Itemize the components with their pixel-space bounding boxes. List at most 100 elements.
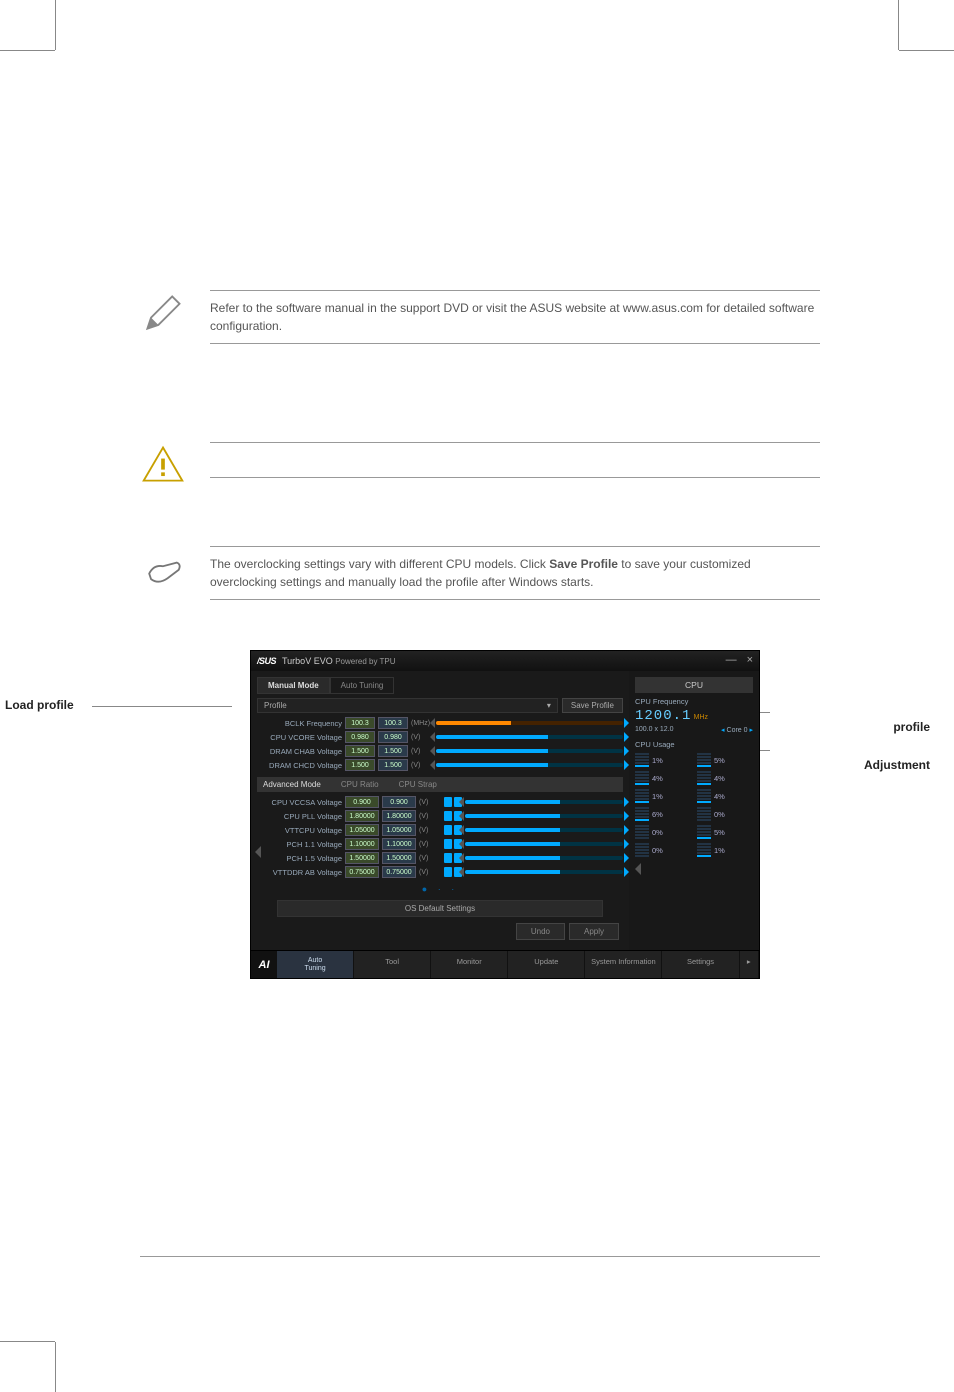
cpu-usage-pct: 5% — [714, 756, 725, 765]
cpu-usage-cell: 0% — [635, 843, 691, 857]
voltage-slider[interactable] — [465, 814, 623, 818]
voltage-row: VTTDDR AB Voltage0.750000.75000(V) — [257, 866, 623, 878]
cpu-usage-pct: 4% — [714, 774, 725, 783]
voltage-slider[interactable] — [436, 721, 623, 725]
pagination-dots[interactable]: ● · · — [257, 884, 623, 894]
page-prev-arrow[interactable] — [255, 846, 261, 858]
voltage-target[interactable]: 100.3 — [378, 717, 408, 729]
cpu-usage-cell: 6% — [635, 807, 691, 821]
voltage-current: 100.3 — [345, 717, 375, 729]
profile-dropdown[interactable]: Profile▾ — [257, 698, 558, 713]
cpu-usage-pct: 1% — [652, 792, 663, 801]
voltage-name: DRAM CHAB Voltage — [257, 747, 342, 756]
minimize-button[interactable]: — — [726, 654, 737, 666]
voltage-target[interactable]: 1.05000 — [382, 824, 416, 836]
voltage-slider[interactable] — [436, 749, 623, 753]
nav-update[interactable]: Update — [508, 951, 585, 978]
voltage-name: BCLK Frequency — [257, 719, 342, 728]
tab-manual-mode[interactable]: Manual Mode — [257, 677, 330, 694]
voltage-current: 1.10000 — [345, 838, 379, 850]
save-profile-button[interactable]: Save Profile — [562, 698, 623, 713]
core-next[interactable]: ▸ — [749, 727, 753, 734]
voltage-current: 1.50000 — [345, 852, 379, 864]
voltage-name: VTTCPU Voltage — [257, 826, 342, 835]
label-save-profile: profile — [893, 720, 930, 734]
cpu-usage-pct: 1% — [652, 756, 663, 765]
warning-icon — [140, 442, 190, 493]
voltage-row: DRAM CHAB Voltage1.5001.500(V) — [257, 745, 623, 757]
cpu-usage-cell: 1% — [635, 789, 691, 803]
cpu-multiplier: 100.0 x 12.0 — [635, 726, 674, 734]
pencil-icon — [140, 290, 190, 341]
note-hand-text: The overclocking settings vary with diff… — [210, 546, 820, 600]
cpu-usage-cell: 0% — [635, 825, 691, 839]
voltage-name: DRAM CHCD Voltage — [257, 761, 342, 770]
voltage-slider[interactable] — [436, 763, 623, 767]
label-adjustment: Adjustment — [864, 758, 930, 772]
voltage-row: CPU VCORE Voltage0.9800.980(V) — [257, 731, 623, 743]
nav-monitor[interactable]: Monitor — [431, 951, 508, 978]
voltage-current: 1.05000 — [345, 824, 379, 836]
os-default-button[interactable]: OS Default Settings — [277, 900, 603, 917]
voltage-slider[interactable] — [465, 828, 623, 832]
voltage-target[interactable]: 0.75000 — [382, 866, 416, 878]
voltage-row: BCLK Frequency100.3100.3(MHz) — [257, 717, 623, 729]
voltage-slider[interactable] — [465, 842, 623, 846]
tab-auto-tuning[interactable]: Auto Tuning — [330, 677, 395, 694]
voltage-row: PCH 1.1 Voltage1.100001.10000(V) — [257, 838, 623, 850]
core-prev[interactable]: ◂ — [721, 727, 725, 734]
voltage-target[interactable]: 1.500 — [378, 759, 408, 771]
voltage-target[interactable]: 1.500 — [378, 745, 408, 757]
voltage-name: PCH 1.1 Voltage — [257, 840, 342, 849]
cpu-usage-pct: 6% — [652, 810, 663, 819]
cpu-usage-cell: 4% — [635, 771, 691, 785]
advanced-mode-header[interactable]: Advanced Mode CPU Ratio CPU Strap — [257, 777, 623, 792]
voltage-target[interactable]: 1.80000 — [382, 810, 416, 822]
label-load-profile: Load profile — [5, 698, 74, 712]
voltage-target[interactable]: 1.50000 — [382, 852, 416, 864]
voltage-row: CPU PLL Voltage1.800001.80000(V) — [257, 810, 623, 822]
cpu-usage-cell: 0% — [697, 807, 753, 821]
cpu-usage-pct: 0% — [714, 810, 725, 819]
voltage-name: CPU VCCSA Voltage — [257, 798, 342, 807]
cpu-usage-label: CPU Usage — [635, 740, 753, 749]
cpu-usage-cell: 5% — [697, 753, 753, 767]
voltage-target[interactable]: 0.900 — [382, 796, 416, 808]
nav-auto-tuning[interactable]: AutoTuning — [277, 951, 354, 978]
voltage-slider[interactable] — [465, 870, 623, 874]
voltage-row: PCH 1.5 Voltage1.500001.50000(V) — [257, 852, 623, 864]
voltage-unit: (V) — [419, 869, 441, 876]
voltage-target[interactable]: 1.10000 — [382, 838, 416, 850]
voltage-slider[interactable] — [465, 800, 623, 804]
cpu-usage-pct: 0% — [652, 846, 663, 855]
cpu-frequency-value: 1200.1 — [635, 708, 691, 724]
nav-next-arrow[interactable]: ▸ — [740, 951, 759, 978]
voltage-row: VTTCPU Voltage1.050001.05000(V) — [257, 824, 623, 836]
voltage-slider[interactable] — [436, 735, 623, 739]
core-label: Core 0 — [727, 727, 748, 734]
app-titlebar: /SUS TurboV EVO Powered by TPU — × — [251, 651, 759, 671]
app-title-name: TurboV EVO — [282, 656, 333, 666]
voltage-current: 1.80000 — [345, 810, 379, 822]
voltage-unit: (V) — [419, 799, 441, 806]
undo-button[interactable]: Undo — [516, 923, 565, 940]
cpu-usage-pct: 4% — [652, 774, 663, 783]
cpu-prev-arrow[interactable] — [635, 863, 641, 875]
nav-tool[interactable]: Tool — [354, 951, 431, 978]
close-button[interactable]: × — [747, 654, 753, 666]
cpu-usage-cell: 1% — [635, 753, 691, 767]
nav-system-info[interactable]: System Information — [585, 951, 662, 978]
apply-button[interactable]: Apply — [569, 923, 619, 940]
voltage-slider[interactable] — [465, 856, 623, 860]
nav-settings[interactable]: Settings — [662, 951, 739, 978]
hand-icon — [140, 546, 190, 597]
voltage-unit: (V) — [419, 827, 441, 834]
voltage-row: CPU VCCSA Voltage0.9000.900(V) — [257, 796, 623, 808]
voltage-target[interactable]: 0.980 — [378, 731, 408, 743]
voltage-name: CPU PLL Voltage — [257, 812, 342, 821]
voltage-unit: (V) — [419, 841, 441, 848]
cpu-frequency-unit: MHz — [694, 714, 708, 721]
voltage-unit: (V) — [419, 855, 441, 862]
note-warning-text — [210, 442, 820, 478]
cpu-usage-pct: 5% — [714, 828, 725, 837]
